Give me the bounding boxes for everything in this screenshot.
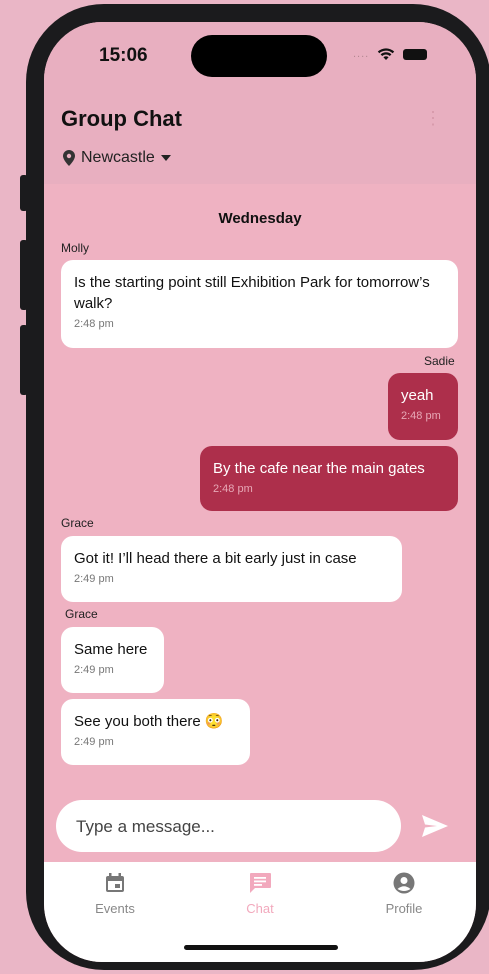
- page-title: Group Chat: [61, 106, 182, 131]
- message-bubble[interactable]: See you both there 😳 2:49 pm: [61, 699, 250, 765]
- message-bubble[interactable]: Got it! I’ll head there a bit early just…: [61, 536, 402, 602]
- wifi-icon: [378, 48, 395, 60]
- battery-icon: [403, 48, 428, 60]
- message-input[interactable]: [74, 800, 388, 854]
- app-header: 15:06 .... Group Chat ⋮ Newcastle: [44, 22, 476, 184]
- sender-name: Grace: [65, 607, 98, 621]
- message-time: 2:48 pm: [213, 483, 253, 495]
- home-indicator: [184, 945, 338, 950]
- sender-name: Grace: [61, 516, 94, 530]
- chevron-down-icon: [160, 155, 171, 161]
- status-icons: ....: [353, 47, 428, 61]
- day-separator: Wednesday: [218, 210, 302, 227]
- profile-icon: [393, 872, 415, 894]
- send-icon[interactable]: [422, 815, 448, 837]
- more-options-icon[interactable]: ⋮: [424, 108, 442, 129]
- message-bubble[interactable]: yeah 2:48 pm: [388, 373, 458, 440]
- phone-frame: 15:06 .... Group Chat ⋮ Newcastle Wednes…: [26, 4, 489, 970]
- message-text: Same here: [74, 641, 148, 658]
- message-time: 2:49 pm: [74, 664, 114, 676]
- tab-events[interactable]: Events: [60, 872, 170, 916]
- message-bubble[interactable]: Same here 2:49 pm: [61, 627, 164, 693]
- location-label: Newcastle: [81, 149, 155, 166]
- tab-profile-label: Profile: [385, 901, 423, 916]
- signal-dots: ....: [353, 48, 370, 60]
- message-text: See you both there 😳: [74, 713, 224, 730]
- location-selector[interactable]: Newcastle: [63, 149, 171, 167]
- location-pin-icon: [63, 150, 75, 166]
- message-time: 2:48 pm: [401, 410, 441, 422]
- message-composer: [56, 800, 401, 854]
- tab-chat-label: Chat: [246, 901, 274, 916]
- message-text: Is the starting point still Exhibition P…: [74, 274, 430, 312]
- message-time: 2:49 pm: [74, 573, 114, 585]
- message-text: Got it! I’ll head there a bit early just…: [74, 550, 357, 567]
- tab-profile[interactable]: Profile: [349, 872, 459, 916]
- message-bubble[interactable]: Is the starting point still Exhibition P…: [61, 260, 458, 348]
- calendar-icon: [106, 873, 124, 892]
- sender-name: Molly: [61, 241, 90, 255]
- sender-name: Sadie: [424, 354, 455, 368]
- message-time: 2:48 pm: [74, 318, 114, 330]
- message-bubble[interactable]: By the cafe near the main gates 2:48 pm: [200, 446, 458, 511]
- tab-events-label: Events: [95, 901, 135, 916]
- message-text: yeah: [401, 387, 434, 404]
- tab-chat[interactable]: Chat: [205, 872, 315, 916]
- dynamic-island: [191, 35, 327, 77]
- chat-icon: [250, 873, 271, 893]
- status-time: 15:06: [99, 45, 148, 66]
- message-time: 2:49 pm: [74, 736, 114, 748]
- message-text: By the cafe near the main gates: [213, 460, 425, 477]
- app-screen: 15:06 .... Group Chat ⋮ Newcastle Wednes…: [44, 22, 476, 962]
